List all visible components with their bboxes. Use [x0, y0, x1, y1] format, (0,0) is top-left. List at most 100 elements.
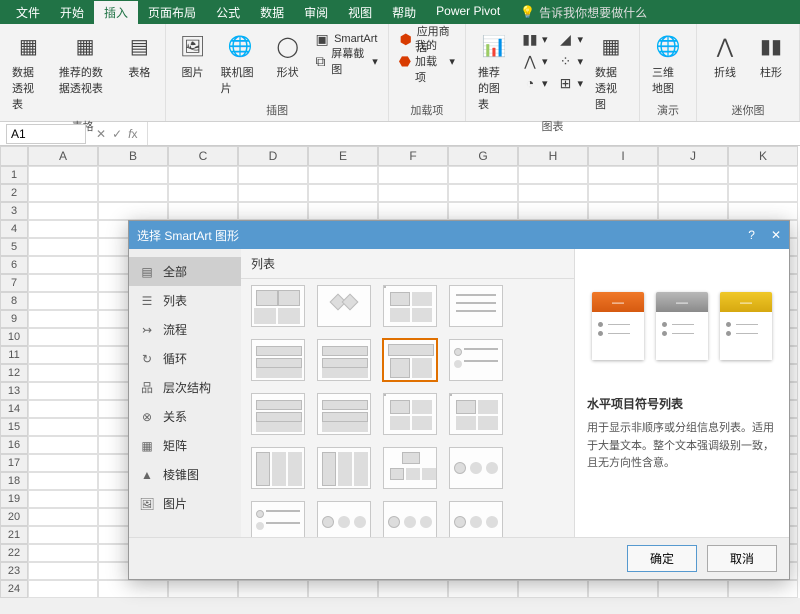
smartart-thumb[interactable]: [383, 285, 437, 327]
ribbon-tab[interactable]: 帮助: [382, 1, 426, 24]
cell[interactable]: [518, 166, 588, 184]
ribbon-tab[interactable]: 数据: [250, 1, 294, 24]
column-header[interactable]: J: [658, 146, 728, 166]
row-header[interactable]: 5: [0, 238, 28, 256]
ribbon-tab[interactable]: 插入: [94, 1, 138, 24]
chart-type-1[interactable]: ▮▮▾: [518, 28, 552, 50]
row-header[interactable]: 8: [0, 292, 28, 310]
cell[interactable]: [308, 184, 378, 202]
cell[interactable]: [238, 580, 308, 598]
pivotchart-button[interactable]: ▦数据透视图: [589, 28, 633, 114]
online-picture-button[interactable]: 🌐联机图片: [215, 28, 266, 98]
column-header[interactable]: I: [588, 146, 658, 166]
cell[interactable]: [28, 580, 98, 598]
cell[interactable]: [518, 202, 588, 220]
sparkline-column-button[interactable]: ▮▮柱形: [749, 28, 793, 82]
cell[interactable]: [168, 166, 238, 184]
column-header[interactable]: E: [308, 146, 378, 166]
3d-map-button[interactable]: 🌐三维地图: [646, 28, 690, 98]
cell[interactable]: [28, 490, 98, 508]
cell[interactable]: [308, 202, 378, 220]
dialog-close-button[interactable]: ✕: [771, 228, 781, 242]
row-header[interactable]: 1: [0, 166, 28, 184]
picture-button[interactable]: 🖼图片: [172, 28, 212, 82]
cell[interactable]: [28, 508, 98, 526]
category-item[interactable]: 品层次结构: [129, 373, 241, 402]
row-header[interactable]: 15: [0, 418, 28, 436]
cancel-button[interactable]: 取消: [707, 545, 777, 572]
column-header[interactable]: K: [728, 146, 798, 166]
row-header[interactable]: 14: [0, 400, 28, 418]
cell[interactable]: [28, 292, 98, 310]
cell[interactable]: [518, 184, 588, 202]
chart-type-4[interactable]: ◢▾: [553, 28, 587, 50]
cell[interactable]: [728, 202, 798, 220]
cell[interactable]: [28, 220, 98, 238]
cell[interactable]: [28, 418, 98, 436]
cell[interactable]: [378, 202, 448, 220]
row-header[interactable]: 23: [0, 562, 28, 580]
row-header[interactable]: 11: [0, 346, 28, 364]
row-header[interactable]: 2: [0, 184, 28, 202]
enter-formula-icon[interactable]: ✓: [112, 127, 122, 141]
category-item[interactable]: ▦矩阵: [129, 431, 241, 460]
smartart-thumb[interactable]: [317, 285, 371, 327]
pivot-table-button[interactable]: ▦数据透视表: [6, 28, 51, 114]
cell[interactable]: [98, 184, 168, 202]
cell[interactable]: [728, 166, 798, 184]
smartart-thumb[interactable]: [383, 447, 437, 489]
cell[interactable]: [588, 580, 658, 598]
cell[interactable]: [308, 580, 378, 598]
smartart-thumb[interactable]: [449, 285, 503, 327]
recommended-pivot-button[interactable]: ▦推荐的数据透视表: [53, 28, 118, 98]
row-header[interactable]: 21: [0, 526, 28, 544]
column-header[interactable]: C: [168, 146, 238, 166]
row-header[interactable]: 17: [0, 454, 28, 472]
cell[interactable]: [728, 580, 798, 598]
ribbon-tab[interactable]: 视图: [338, 1, 382, 24]
smartart-thumb[interactable]: [383, 393, 437, 435]
cell[interactable]: [28, 256, 98, 274]
category-item[interactable]: ↣流程: [129, 315, 241, 344]
smartart-thumb[interactable]: [317, 501, 371, 537]
cell[interactable]: [168, 580, 238, 598]
smartart-thumb[interactable]: [317, 339, 371, 381]
ribbon-tab[interactable]: 文件: [6, 1, 50, 24]
row-header[interactable]: 18: [0, 472, 28, 490]
cell[interactable]: [518, 580, 588, 598]
ribbon-tab[interactable]: Power Pivot: [426, 1, 510, 24]
cell[interactable]: [28, 238, 98, 256]
category-item[interactable]: ⊗关系: [129, 402, 241, 431]
column-header[interactable]: H: [518, 146, 588, 166]
smartart-thumb[interactable]: [449, 339, 503, 381]
row-header[interactable]: 4: [0, 220, 28, 238]
row-header[interactable]: 10: [0, 328, 28, 346]
cell[interactable]: [28, 166, 98, 184]
row-header[interactable]: 24: [0, 580, 28, 598]
chart-type-5[interactable]: ⁘▾: [553, 50, 587, 72]
category-item[interactable]: ☰列表: [129, 286, 241, 315]
row-header[interactable]: 19: [0, 490, 28, 508]
column-header[interactable]: D: [238, 146, 308, 166]
cell[interactable]: [28, 274, 98, 292]
smartart-thumb[interactable]: [317, 447, 371, 489]
cell[interactable]: [728, 184, 798, 202]
cell[interactable]: [168, 202, 238, 220]
cell[interactable]: [28, 562, 98, 580]
cell[interactable]: [28, 400, 98, 418]
smartart-thumb[interactable]: [449, 393, 503, 435]
column-header[interactable]: G: [448, 146, 518, 166]
table-button[interactable]: ▤表格: [119, 28, 159, 82]
recommended-charts-button[interactable]: 📊推荐的图表: [472, 28, 516, 114]
cancel-formula-icon[interactable]: ✕: [96, 127, 106, 141]
cell[interactable]: [28, 364, 98, 382]
row-header[interactable]: 6: [0, 256, 28, 274]
cell[interactable]: [28, 346, 98, 364]
cell[interactable]: [238, 166, 308, 184]
cell[interactable]: [378, 184, 448, 202]
cell[interactable]: [658, 184, 728, 202]
ribbon-tab[interactable]: 公式: [206, 1, 250, 24]
row-header[interactable]: 20: [0, 508, 28, 526]
smartart-thumb[interactable]: [383, 501, 437, 537]
cell[interactable]: [448, 184, 518, 202]
